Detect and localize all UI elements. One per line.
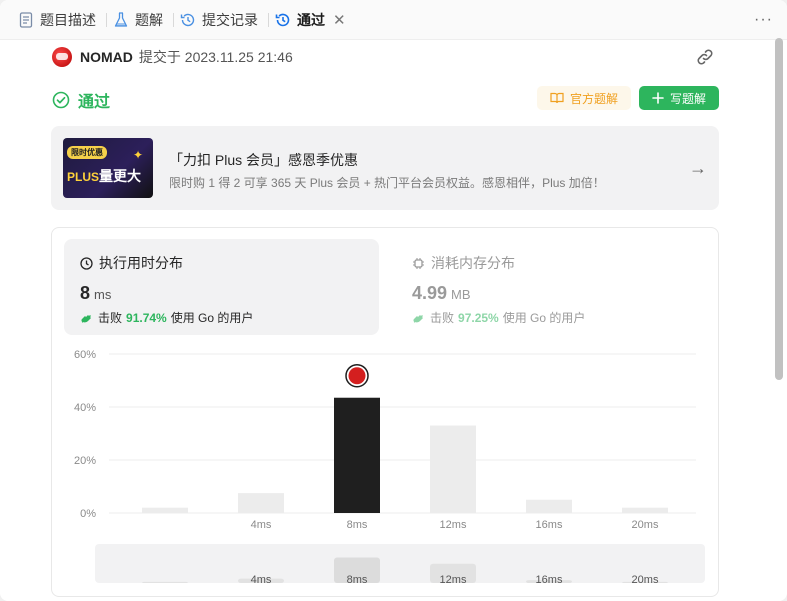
write-solution-button[interactable]: 写题解 xyxy=(639,86,719,110)
promo-image-text: PLUS量更大 xyxy=(67,168,142,184)
y-tick-label: 0% xyxy=(80,508,96,520)
tab-divider xyxy=(106,12,107,27)
promo-subtitle: 限时购 1 得 2 可享 365 天 Plus 会员 + 热门平台会员权益。感恩… xyxy=(169,176,605,190)
tab-submissions[interactable]: 提交记录 xyxy=(176,0,266,40)
submission-detail-panel: 题目描述 题解 提交记录 通过 ✕ ··· NOMAD 提交于 2023.11.… xyxy=(0,0,787,601)
bar xyxy=(142,507,188,513)
tab-solutions[interactable]: 题解 xyxy=(109,0,171,40)
x-tick-label: 16ms xyxy=(536,519,563,531)
y-tick-label: 20% xyxy=(74,455,96,467)
tab-bar: 题目描述 题解 提交记录 通过 ✕ ··· xyxy=(0,0,787,40)
flask-icon xyxy=(113,11,129,28)
official-solution-label: 官方题解 xyxy=(569,91,618,106)
bar xyxy=(622,507,668,513)
user-avatar-fill xyxy=(348,367,366,385)
tab-label: 提交记录 xyxy=(202,11,258,28)
tab-label: 通过 xyxy=(297,11,325,28)
link-icon[interactable] xyxy=(694,46,716,68)
x-tick-label: 12ms xyxy=(440,519,467,531)
submission-status: 通过 xyxy=(52,88,110,112)
tab-description[interactable]: 题目描述 xyxy=(14,0,104,40)
promo-badge: 限时优惠 xyxy=(67,146,107,159)
arrow-right-icon[interactable]: → xyxy=(689,158,707,179)
write-solution-label: 写题解 xyxy=(669,91,706,106)
sparkle-icon: ✦ xyxy=(133,148,144,162)
overview-tick-label: 4ms xyxy=(251,574,272,586)
history-icon xyxy=(275,12,291,28)
document-icon xyxy=(18,11,34,28)
bar xyxy=(238,493,284,513)
plus-promo-banner[interactable]: 限时优惠 PLUS量更大 ✦ 「力扣 Plus 会员」感恩季优惠 限时购 1 得… xyxy=(51,126,719,210)
scrollbar-thumb[interactable] xyxy=(775,38,783,380)
check-circle-icon xyxy=(52,91,70,109)
book-icon xyxy=(550,92,564,104)
performance-panel: 执行用时分布 8 ms 击败 91.74% 使用 Go 的用户 消耗内存分布 4.… xyxy=(51,227,719,597)
overview-tick-label: 12ms xyxy=(440,574,467,586)
overview-strip xyxy=(95,544,705,583)
promo-image: 限时优惠 PLUS量更大 ✦ xyxy=(63,138,153,198)
y-tick-label: 40% xyxy=(74,402,96,414)
bar-highlighted xyxy=(334,397,380,513)
plus-icon xyxy=(652,92,664,104)
tab-divider xyxy=(173,12,174,27)
official-solution-button[interactable]: 官方题解 xyxy=(537,86,631,110)
overview-tick-label: 16ms xyxy=(536,574,563,586)
more-options-icon[interactable]: ··· xyxy=(754,11,773,29)
x-tick-label: 8ms xyxy=(347,519,368,531)
runtime-distribution-chart[interactable]: 60% 40% 20% 0% 4ms 8ms 12ms 16ms 20ms 4ms 8ms 12ms 1… xyxy=(52,228,718,596)
overview-tick-label: 20ms xyxy=(632,574,659,586)
tab-accepted[interactable]: 通过 ✕ xyxy=(271,0,354,40)
tab-divider xyxy=(268,12,269,27)
avatar[interactable] xyxy=(52,47,72,67)
status-text: 通过 xyxy=(78,94,111,111)
overview-tick-label: 8ms xyxy=(347,574,368,586)
submit-time: 提交于 2023.11.25 21:46 xyxy=(138,49,293,65)
tab-label: 题解 xyxy=(135,11,163,28)
x-tick-label: 4ms xyxy=(251,519,272,531)
submitter-info: NOMAD 提交于 2023.11.25 21:46 xyxy=(52,46,293,68)
tab-label: 题目描述 xyxy=(40,11,96,28)
overview-bar xyxy=(142,581,188,583)
bar xyxy=(430,425,476,513)
x-tick-label: 20ms xyxy=(632,519,659,531)
y-tick-label: 60% xyxy=(74,349,96,361)
history-icon xyxy=(180,12,196,28)
promo-title: 「力扣 Plus 会员」感恩季优惠 xyxy=(169,152,359,168)
close-icon[interactable]: ✕ xyxy=(333,11,346,29)
bar xyxy=(526,499,572,513)
username[interactable]: NOMAD xyxy=(80,49,133,65)
